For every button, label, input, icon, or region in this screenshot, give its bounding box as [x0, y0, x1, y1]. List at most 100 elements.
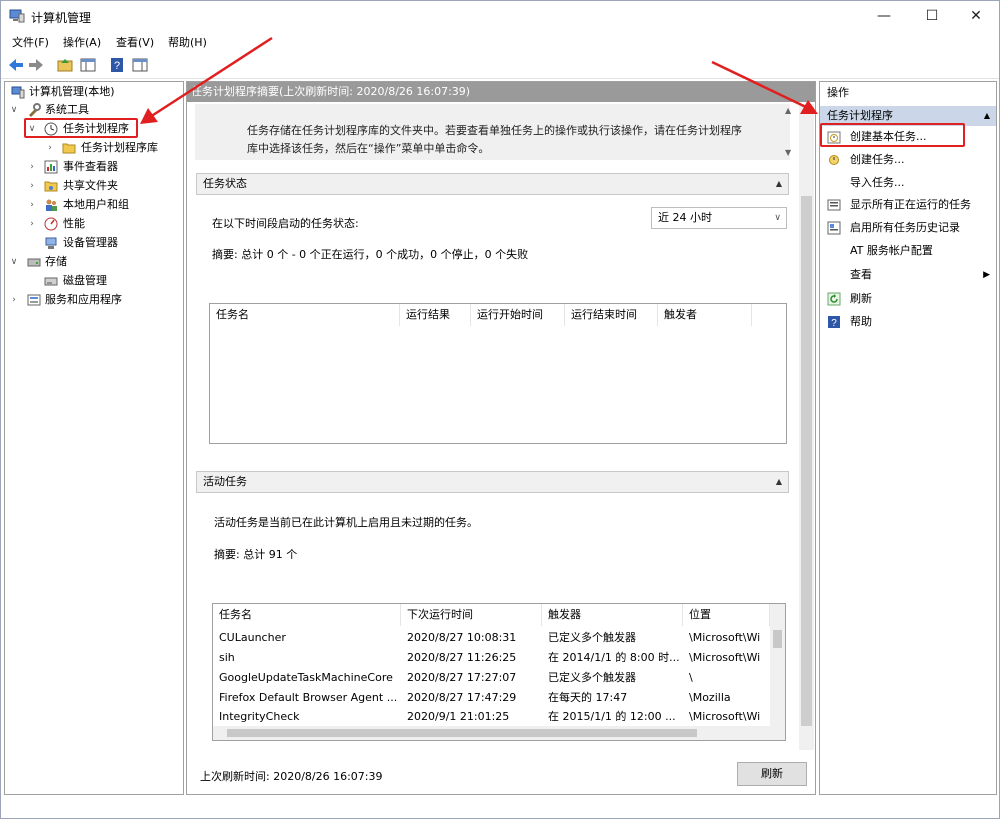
up-folder-icon[interactable] — [56, 56, 74, 74]
tools-icon — [29, 103, 41, 117]
task-status-section-header[interactable]: 任务状态 ▲ — [196, 173, 789, 195]
column-header-triggered-by[interactable]: 触发者 — [658, 304, 752, 326]
table-row[interactable]: GoogleUpdateTaskMachineCore 2020/8/27 17… — [213, 668, 769, 688]
cell-trigger: 已定义多个触发器 — [548, 631, 636, 644]
cell-task-name: CULauncher — [219, 631, 286, 644]
task-scheduler-summary-pane: 任务计划程序摘要(上次刷新时间: 2020/8/26 16:07:39) 任务存… — [186, 81, 816, 795]
expand-chevron-icon[interactable]: › — [27, 177, 37, 195]
event-viewer-icon — [44, 160, 58, 174]
refresh-icon — [827, 292, 841, 306]
expand-chevron-icon[interactable]: › — [45, 139, 55, 157]
cell-location: \Microsoft\Wi — [689, 631, 761, 644]
column-header-task-name[interactable]: 任务名 — [213, 604, 401, 626]
table-row[interactable]: CULauncher 2020/8/27 10:08:31 已定义多个触发器 \… — [213, 628, 769, 648]
scrollbar-thumb[interactable] — [227, 729, 697, 737]
action-refresh[interactable]: 刷新 — [820, 288, 996, 310]
show-hide-tree-icon[interactable] — [79, 56, 97, 74]
action-import-task[interactable]: 导入任务... — [820, 172, 996, 194]
device-manager-icon — [45, 237, 57, 249]
task-status-table: 任务名 运行结果 运行开始时间 运行结束时间 触发者 — [209, 303, 787, 444]
collapse-chevron-icon[interactable]: ∨ — [9, 253, 19, 271]
active-tasks-description: 活动任务是当前已在此计算机上启用且未过期的任务。 — [214, 516, 478, 529]
menu-file[interactable]: 文件(F) — [12, 34, 49, 50]
column-header-location[interactable]: 位置 — [683, 604, 770, 626]
cell-task-name: sih — [219, 651, 235, 664]
column-header-next-run[interactable]: 下次运行时间 — [401, 604, 542, 626]
column-header-task-name[interactable]: 任务名 — [210, 304, 400, 326]
status-period-label: 在以下时间段启动的任务状态: — [212, 217, 359, 230]
active-tasks-vertical-scrollbar[interactable] — [770, 604, 785, 726]
action-label: 帮助 — [850, 315, 872, 328]
active-tasks-horizontal-scrollbar[interactable] — [213, 726, 785, 740]
menu-action[interactable]: 操作(A) — [63, 34, 101, 50]
maximize-button[interactable]: ☐ — [909, 1, 955, 31]
menu-help[interactable]: 帮助(H) — [168, 34, 207, 50]
computer-management-icon — [9, 9, 25, 23]
expand-chevron-icon[interactable]: › — [27, 158, 37, 176]
disk-icon — [44, 277, 58, 286]
tree-label: 本地用户和组 — [63, 198, 129, 211]
action-label: 启用所有任务历史记录 — [850, 221, 960, 234]
performance-icon — [44, 217, 58, 231]
close-button[interactable]: ✕ — [953, 1, 999, 31]
menu-view[interactable]: 查看(V) — [116, 34, 154, 50]
column-header-trigger[interactable]: 触发器 — [542, 604, 683, 626]
action-label: 刷新 — [850, 292, 872, 305]
folder-icon — [62, 143, 76, 154]
tree-label: 任务计划程序库 — [81, 141, 158, 154]
action-at-service-account[interactable]: AT 服务帐户配置 — [820, 240, 996, 262]
computer-management-icon — [11, 86, 25, 99]
action-help[interactable]: ? 帮助 — [820, 311, 996, 333]
table-row[interactable]: sih 2020/8/27 11:26:25 在 2014/1/1 的 8:00… — [213, 648, 769, 668]
highlight-create-basic-task — [820, 123, 965, 147]
refresh-button[interactable]: 刷新 — [737, 762, 807, 786]
action-show-running-tasks[interactable]: 显示所有正在运行的任务 — [820, 194, 996, 216]
scroll-up-icon[interactable]: ▲ — [785, 106, 791, 115]
action-enable-task-history[interactable]: 启用所有任务历史记录 — [820, 217, 996, 239]
collapse-section-icon[interactable]: ▲ — [776, 174, 782, 194]
table-row[interactable]: Firefox Default Browser Agent ... 2020/8… — [213, 688, 769, 708]
cell-next-run: 2020/8/27 17:47:29 — [407, 691, 517, 704]
show-hide-action-pane-icon[interactable] — [131, 56, 149, 74]
column-header-run-end[interactable]: 运行结束时间 — [565, 304, 658, 326]
expand-chevron-icon[interactable]: › — [27, 215, 37, 233]
summary-vertical-scrollbar[interactable] — [799, 104, 814, 750]
cell-next-run: 2020/8/27 11:26:25 — [407, 651, 517, 664]
action-label: 查看 — [850, 268, 872, 281]
tree-label: 存储 — [45, 255, 67, 268]
tree-label: 事件查看器 — [63, 160, 118, 173]
scroll-down-icon[interactable]: ▼ — [785, 148, 791, 157]
cell-task-name: IntegrityCheck — [219, 710, 300, 723]
action-view[interactable]: 查看 ▶ — [820, 264, 996, 286]
column-header-run-start[interactable]: 运行开始时间 — [471, 304, 565, 326]
title-bar: 计算机管理 — ☐ ✕ — [1, 1, 999, 31]
forward-icon[interactable] — [27, 56, 45, 74]
running-tasks-icon — [827, 199, 841, 211]
status-summary: 摘要: 总计 0 个 - 0 个正在运行，0 个成功，0 个停止，0 个失败 — [212, 248, 529, 261]
collapse-section-icon[interactable]: ▲ — [984, 106, 990, 126]
minimize-button[interactable]: — — [861, 1, 907, 31]
services-icon — [27, 294, 41, 306]
active-tasks-summary: 摘要: 总计 91 个 — [214, 548, 298, 561]
expand-chevron-icon[interactable]: › — [27, 196, 37, 214]
scrollbar-thumb[interactable] — [773, 630, 782, 648]
cell-location: \Microsoft\Wi — [689, 710, 761, 723]
cell-next-run: 2020/9/1 21:01:25 — [407, 710, 510, 723]
cell-trigger: 已定义多个触发器 — [548, 671, 636, 684]
table-row[interactable]: IntegrityCheck 2020/9/1 21:01:25 在 2015/… — [213, 707, 769, 727]
column-header-run-result[interactable]: 运行结果 — [400, 304, 471, 326]
active-tasks-section-header[interactable]: 活动任务 ▲ — [196, 471, 789, 493]
collapse-chevron-icon[interactable]: ∨ — [9, 101, 19, 119]
scrollbar-thumb[interactable] — [801, 196, 812, 726]
cell-next-run: 2020/8/27 10:08:31 — [407, 631, 517, 644]
storage-icon — [27, 258, 41, 267]
help-icon[interactable]: ? — [108, 56, 126, 74]
back-icon[interactable] — [7, 56, 25, 74]
action-label: 显示所有正在运行的任务 — [850, 198, 971, 211]
submenu-arrow-icon: ▶ — [983, 270, 990, 280]
expand-chevron-icon[interactable]: › — [9, 291, 19, 309]
action-create-task[interactable]: 创建任务... — [820, 149, 996, 171]
collapse-section-icon[interactable]: ▲ — [776, 472, 782, 492]
description-line: 任务存储在任务计划程序库的文件夹中。若要查看单独任务上的操作或执行该操作，请在任… — [247, 124, 742, 137]
status-period-select[interactable]: 近 24 小时 ∨ — [651, 207, 787, 229]
